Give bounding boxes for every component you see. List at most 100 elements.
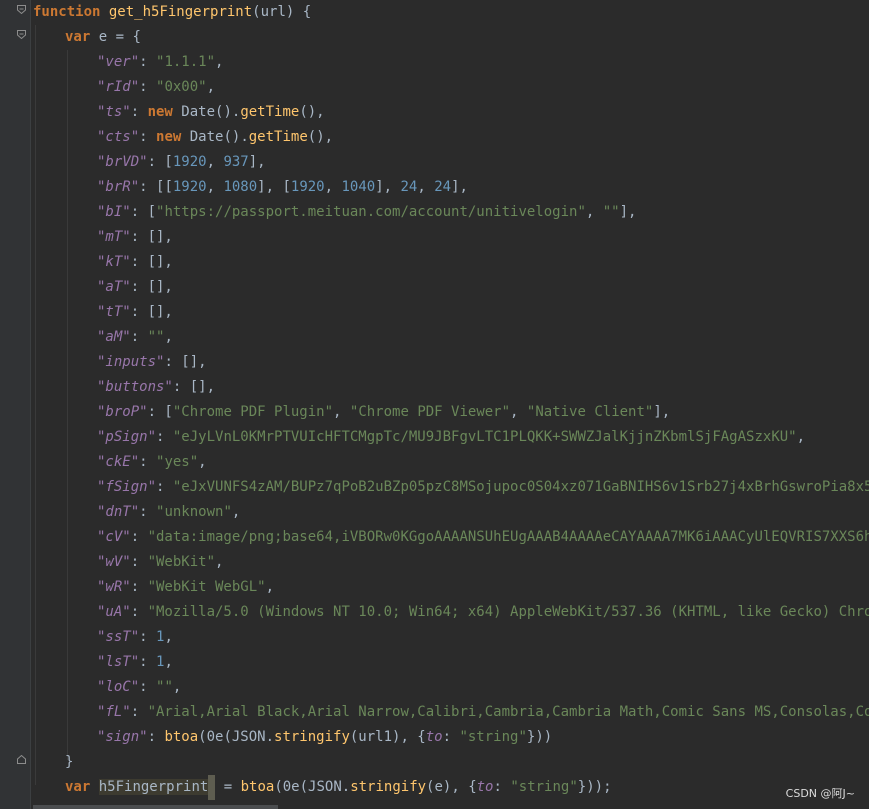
code-token: "buttons" (97, 379, 173, 395)
code-token: "unknown" (156, 504, 232, 520)
code-token: var (65, 779, 91, 795)
code-token: : [], (130, 304, 173, 320)
code-token: "1.1.1" (156, 54, 216, 70)
code-token: "Mozilla/5.0 (Windows NT 10.0; Win64; x6… (147, 604, 869, 620)
code-line[interactable]: "rId": "0x00", (97, 75, 215, 100)
code-token: : (442, 729, 460, 745)
fold-end-marker-icon[interactable] (17, 755, 26, 764)
code-token: ], (248, 154, 266, 170)
code-token: to (476, 779, 494, 795)
code-token: : (130, 529, 148, 545)
code-line[interactable]: "ver": "1.1.1", (97, 50, 223, 75)
code-line[interactable]: "cts": new Date().getTime(), (97, 125, 333, 150)
code-token: , (231, 504, 241, 520)
code-line[interactable]: function get_h5Fingerprint(url) { (33, 0, 311, 25)
code-token: (), (307, 129, 334, 145)
code-token: : [ (147, 404, 173, 420)
code-token: "" (602, 204, 620, 220)
code-token: 1920 (290, 179, 325, 195)
code-token: } (65, 754, 74, 770)
code-line[interactable]: "aM": "", (97, 325, 173, 350)
code-line[interactable]: "brVD": [1920, 937], (97, 150, 266, 175)
code-token: getTime (248, 129, 308, 145)
code-token: : (156, 479, 173, 495)
code-token: : (139, 129, 157, 145)
code-token: 24 (400, 179, 418, 195)
code-token: "Chrome PDF Plugin" (172, 404, 334, 420)
code-token: "broP" (97, 404, 148, 420)
code-token: e = { (90, 29, 141, 45)
code-line[interactable]: "ts": new Date().getTime(), (97, 100, 325, 125)
code-token: , (417, 179, 435, 195)
code-token: 1080 (223, 179, 258, 195)
code-token: "ver" (97, 54, 140, 70)
code-token: h5Fingerprint (98, 779, 209, 795)
horizontal-scrollbar[interactable] (33, 805, 278, 809)
code-token: , (164, 654, 173, 670)
code-line[interactable]: "ssT": 1, (97, 625, 173, 650)
code-line[interactable]: "fL": "Arial,Arial Black,Arial Narrow,Ca… (97, 700, 869, 725)
code-line[interactable]: "aT": [], (97, 275, 173, 300)
code-line[interactable]: } (65, 750, 73, 775)
code-token: ], (653, 404, 671, 420)
code-token: "dnT" (97, 504, 140, 520)
code-token: : [[ (139, 179, 173, 195)
code-line[interactable]: "sign": btoa(0e(JSON.stringify(url1), {t… (97, 725, 552, 750)
code-line[interactable]: "wR": "WebKit WebGL", (97, 575, 274, 600)
code-token: , (172, 679, 182, 695)
code-line[interactable]: "inputs": [], (97, 350, 207, 375)
code-token: "eJxVUNFS4zAM/BUPz7qPoB2uBZp05pzC8MSojup… (172, 479, 869, 495)
code-token: : (139, 454, 157, 470)
code-line[interactable]: "tT": [], (97, 300, 173, 325)
code-token: , (198, 454, 207, 470)
code-line[interactable]: "dnT": "unknown", (97, 500, 240, 525)
code-line[interactable]: "lsT": 1, (97, 650, 173, 675)
code-token: : (130, 704, 148, 720)
code-token: : (130, 104, 148, 120)
code-token: : (130, 329, 148, 345)
code-token: "uA" (97, 604, 131, 620)
code-token: , (265, 579, 275, 595)
code-token: "Chrome PDF Viewer" (349, 404, 511, 420)
code-editor[interactable]: function get_h5Fingerprint(url) {var e =… (33, 0, 869, 809)
code-line[interactable]: "brR": [[1920, 1080], [1920, 1040], 24, … (97, 175, 468, 200)
code-line[interactable]: var e = { (65, 25, 141, 50)
code-line[interactable]: "wV": "WebKit", (97, 550, 223, 575)
code-token: , (164, 329, 173, 345)
code-token: })); (577, 779, 612, 795)
code-token: , (324, 179, 342, 195)
code-token: "string" (459, 729, 527, 745)
code-token: "" (147, 329, 165, 345)
code-token: 937 (223, 154, 249, 170)
fold-marker-icon[interactable] (17, 5, 26, 14)
fold-marker-icon[interactable] (17, 30, 26, 39)
code-token: "brR" (97, 179, 140, 195)
code-token: , (215, 554, 224, 570)
code-token: stringify (274, 729, 350, 745)
code-token: , (333, 404, 350, 420)
code-line[interactable]: "pSign": "eJyLVnL0KMrPTVUIcHFTCMgpTc/MU9… (97, 425, 805, 450)
code-token: , (206, 179, 224, 195)
code-line[interactable]: "bI": ["https://passport.meituan.com/acc… (97, 200, 636, 225)
code-line[interactable]: "cV": "data:image/png;base64,iVBORw0KGgo… (97, 525, 869, 550)
code-line[interactable]: "kT": [], (97, 250, 173, 275)
code-line[interactable]: "buttons": [], (97, 375, 215, 400)
code-line[interactable]: "ckE": "yes", (97, 450, 207, 475)
code-token: "WebKit" (147, 554, 216, 570)
code-token: "https://passport.meituan.com/account/un… (156, 204, 586, 220)
code-line[interactable]: var h5Fingerprint = btoa(0e(JSON.stringi… (65, 775, 612, 800)
code-token: "kT" (97, 254, 131, 270)
code-line[interactable]: "uA": "Mozilla/5.0 (Windows NT 10.0; Win… (97, 600, 869, 625)
code-token: "ckE" (97, 454, 140, 470)
code-line[interactable]: "fSign": "eJxVUNFS4zAM/BUPz7qPoB2uBZp05p… (97, 475, 869, 500)
code-line[interactable]: "loC": "", (97, 675, 181, 700)
code-token: "bI" (97, 204, 131, 220)
code-token: 1040 (341, 179, 376, 195)
code-token: ], (451, 179, 468, 195)
code-line[interactable]: "mT": [], (97, 225, 173, 250)
code-token: "brVD" (97, 154, 148, 170)
code-token: "lsT" (97, 654, 140, 670)
code-token: (0e(JSON. (198, 729, 275, 745)
code-line[interactable]: "broP": ["Chrome PDF Plugin", "Chrome PD… (97, 400, 670, 425)
